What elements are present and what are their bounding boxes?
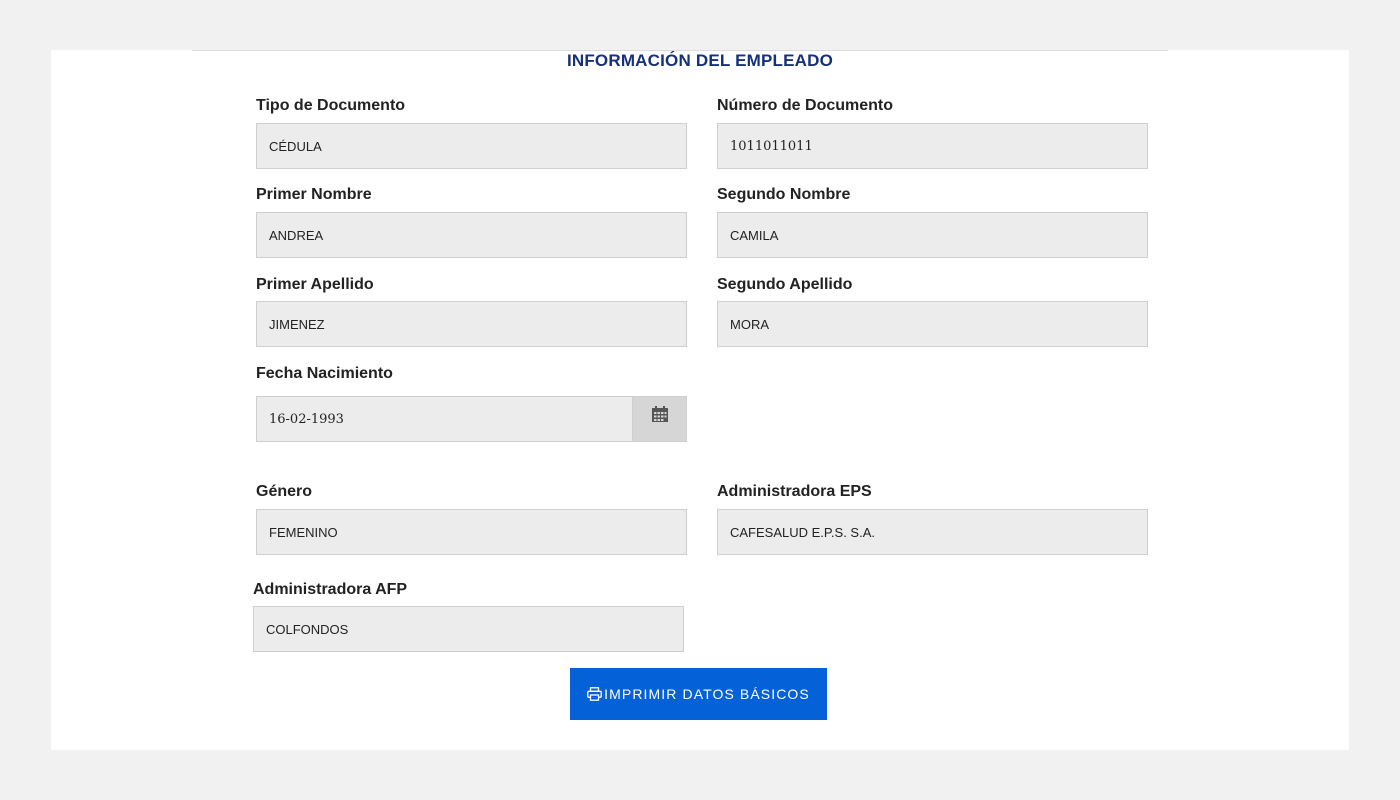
field-value: COLFONDOS (266, 621, 349, 637)
calendar-button[interactable] (632, 397, 686, 441)
field-value: JIMENEZ (269, 316, 325, 332)
segundo-apellido-input[interactable]: MORA (717, 301, 1148, 347)
field-genero: Género FEMENINO (256, 482, 687, 555)
field-value: MORA (730, 316, 769, 332)
numero-documento-input[interactable]: 1011011011 (717, 123, 1148, 169)
field-segundo-nombre: Segundo Nombre CAMILA (717, 185, 1148, 258)
eps-input[interactable]: CAFESALUD E.P.S. S.A. (717, 509, 1148, 555)
field-tipo-documento: Tipo de Documento CÉDULA (256, 96, 687, 169)
field-primer-apellido: Primer Apellido JIMENEZ (256, 275, 687, 347)
field-label: Primer Apellido (256, 276, 374, 293)
field-primer-nombre: Primer Nombre ANDREA (256, 185, 687, 258)
field-label: Fecha Nacimiento (256, 365, 393, 382)
fecha-nacimiento-input[interactable]: 16-02-1993 (256, 396, 687, 442)
field-label: Género (256, 483, 313, 500)
field-value: 16-02-1993 (269, 411, 344, 427)
form-panel (51, 50, 1349, 750)
field-label: Primer Nombre (256, 186, 372, 203)
field-label: Segundo Nombre (717, 186, 851, 203)
field-label: Administradora AFP (253, 581, 408, 598)
field-value: CAFESALUD E.P.S. S.A. (730, 524, 875, 540)
field-eps: Administradora EPS CAFESALUD E.P.S. S.A. (717, 482, 1148, 555)
segundo-nombre-input[interactable]: CAMILA (717, 212, 1148, 258)
field-segundo-apellido: Segundo Apellido MORA (717, 275, 1148, 347)
section-title: INFORMACIÓN DEL EMPLEADO (566, 51, 834, 70)
field-label: Administradora EPS (717, 483, 872, 500)
afp-input[interactable]: COLFONDOS (253, 606, 684, 652)
field-value: FEMENINO (269, 524, 338, 540)
genero-input[interactable]: FEMENINO (256, 509, 687, 555)
calendar-icon (651, 405, 669, 441)
field-afp: Administradora AFP COLFONDOS (253, 580, 684, 652)
field-value: CÉDULA (269, 138, 322, 154)
date-text[interactable]: 16-02-1993 (257, 397, 632, 441)
primer-apellido-input[interactable]: JIMENEZ (256, 301, 687, 347)
field-fecha-nacimiento: Fecha Nacimiento 16-02-1993 (256, 364, 687, 442)
field-label: Número de Documento (717, 97, 894, 114)
field-value: ANDREA (269, 227, 324, 243)
field-value: 1011011011 (730, 138, 813, 154)
field-value: CAMILA (730, 227, 779, 243)
field-numero-documento: Número de Documento 1011011011 (717, 96, 1148, 169)
printer-icon (587, 687, 602, 701)
print-button-label: IMPRIMIR DATOS BÁSICOS (604, 686, 810, 702)
tipo-documento-input[interactable]: CÉDULA (256, 123, 687, 169)
field-label: Segundo Apellido (717, 276, 853, 293)
field-label: Tipo de Documento (256, 97, 406, 114)
primer-nombre-input[interactable]: ANDREA (256, 212, 687, 258)
print-basic-data-button[interactable]: IMPRIMIR DATOS BÁSICOS (570, 668, 827, 720)
